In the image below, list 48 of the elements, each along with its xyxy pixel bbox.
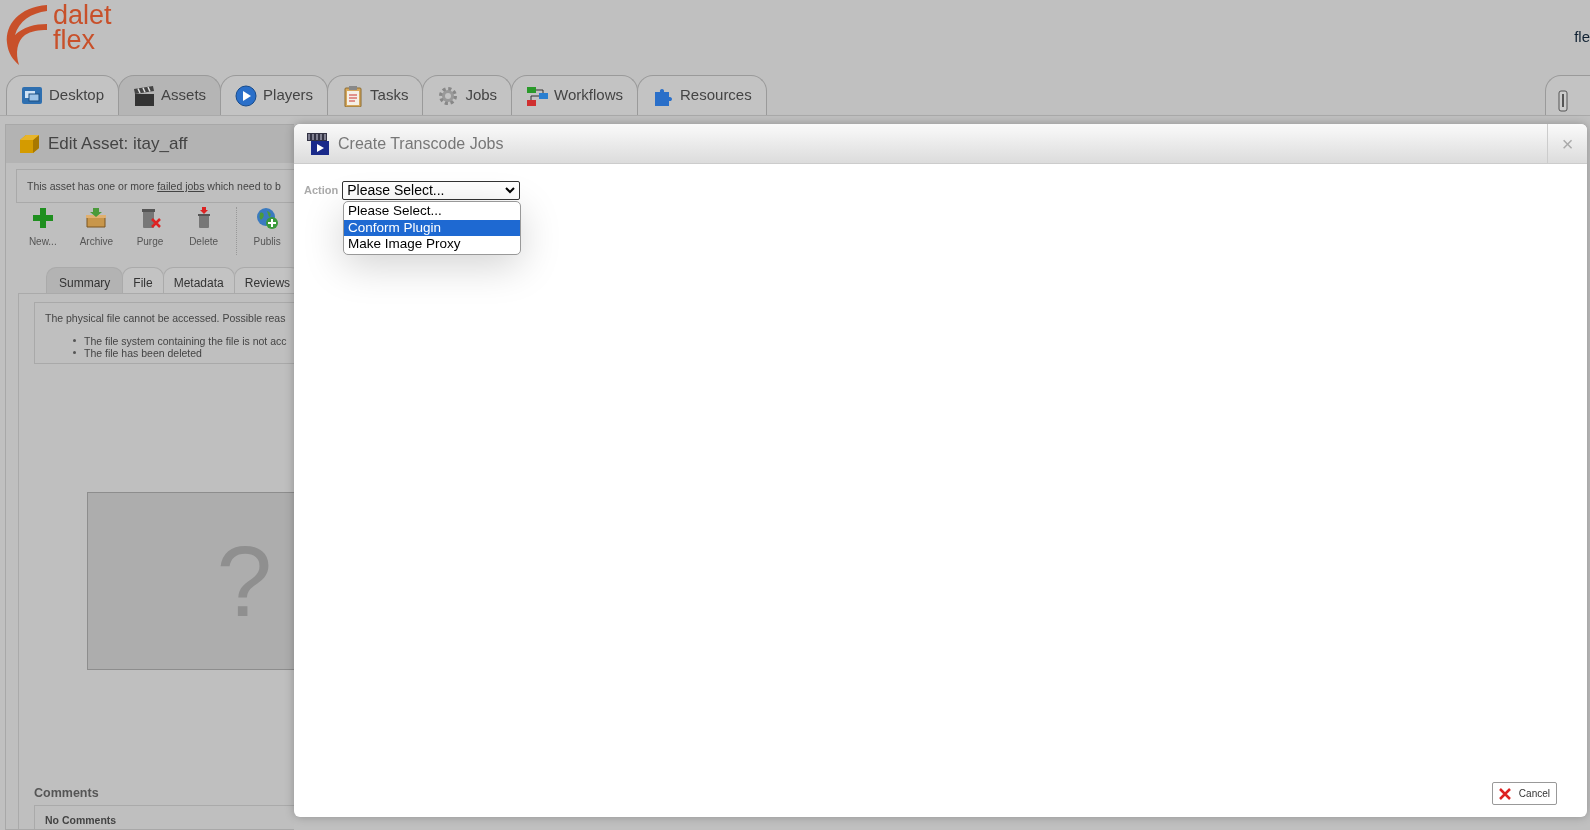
- notice-text: This asset has one or more failed jobs which need to b: [16, 169, 294, 203]
- cancel-button[interactable]: Cancel: [1491, 782, 1557, 805]
- user-name: fle: [1574, 27, 1590, 47]
- desktop-icon: [21, 84, 43, 107]
- panel-tab[interactable]: File: [122, 267, 164, 293]
- dropdown-option[interactable]: Conform Plugin: [344, 219, 520, 236]
- action-select[interactable]: Please Select...: [342, 181, 521, 200]
- bullet-icon: [73, 339, 76, 343]
- toolbar-button[interactable]: Delete: [176, 207, 231, 255]
- message-text: The physical file cannot be accessed. Possible reas: [45, 311, 287, 326]
- clipboard-icon: [342, 84, 365, 107]
- reason-text: The file has been deleted: [84, 346, 202, 359]
- panel-tab[interactable]: Reviews: [233, 267, 294, 293]
- clapperboard-icon: [133, 84, 156, 107]
- flowchart-icon: [526, 84, 549, 107]
- plus-icon: [31, 207, 54, 229]
- comments-heading: Comments: [34, 785, 99, 802]
- bullet-icon: [73, 351, 76, 355]
- trash-delete-icon: [139, 207, 161, 229]
- failed-jobs-link[interactable]: failed jobs: [157, 180, 205, 192]
- nav-tab[interactable]: Desktop: [6, 75, 120, 115]
- reason-text: The file system containing the file is not acc: [84, 334, 287, 347]
- film-play-icon: [306, 131, 330, 156]
- dialog-title: Create Transcode Jobs: [338, 133, 504, 154]
- nav-tab[interactable]: Resources: [637, 75, 767, 115]
- nav-tab[interactable]: Assets: [118, 75, 222, 115]
- dropdown-option[interactable]: Please Select...: [344, 203, 520, 220]
- panel-tab[interactable]: Summary: [46, 267, 124, 293]
- nav-tab[interactable]: [1545, 75, 1590, 115]
- field-label: Action: [304, 183, 339, 199]
- toolbar-button[interactable]: Publis: [240, 207, 294, 255]
- toolbar-button[interactable]: Archive: [69, 207, 124, 255]
- question-mark: ?: [216, 531, 272, 631]
- play-icon: [235, 84, 258, 107]
- logo-text: flex: [53, 28, 97, 53]
- caret-icon: [505, 187, 516, 194]
- globe-plus-icon: [256, 207, 279, 229]
- dropdown-option[interactable]: Make Image Proxy: [344, 236, 520, 253]
- logo-icon: [5, 3, 49, 65]
- cube-icon: [18, 134, 40, 154]
- close-icon: [1498, 787, 1511, 800]
- logo-text: dalet: [53, 3, 112, 28]
- archive-box-icon: [85, 207, 108, 229]
- toolbar-button[interactable]: New...: [16, 207, 70, 255]
- toolbar-button[interactable]: Purge: [123, 207, 177, 255]
- gear-icon: [437, 84, 460, 107]
- panel-tab[interactable]: Metadata: [162, 267, 235, 293]
- panel-title: Edit Asset: itay_aff: [48, 133, 188, 156]
